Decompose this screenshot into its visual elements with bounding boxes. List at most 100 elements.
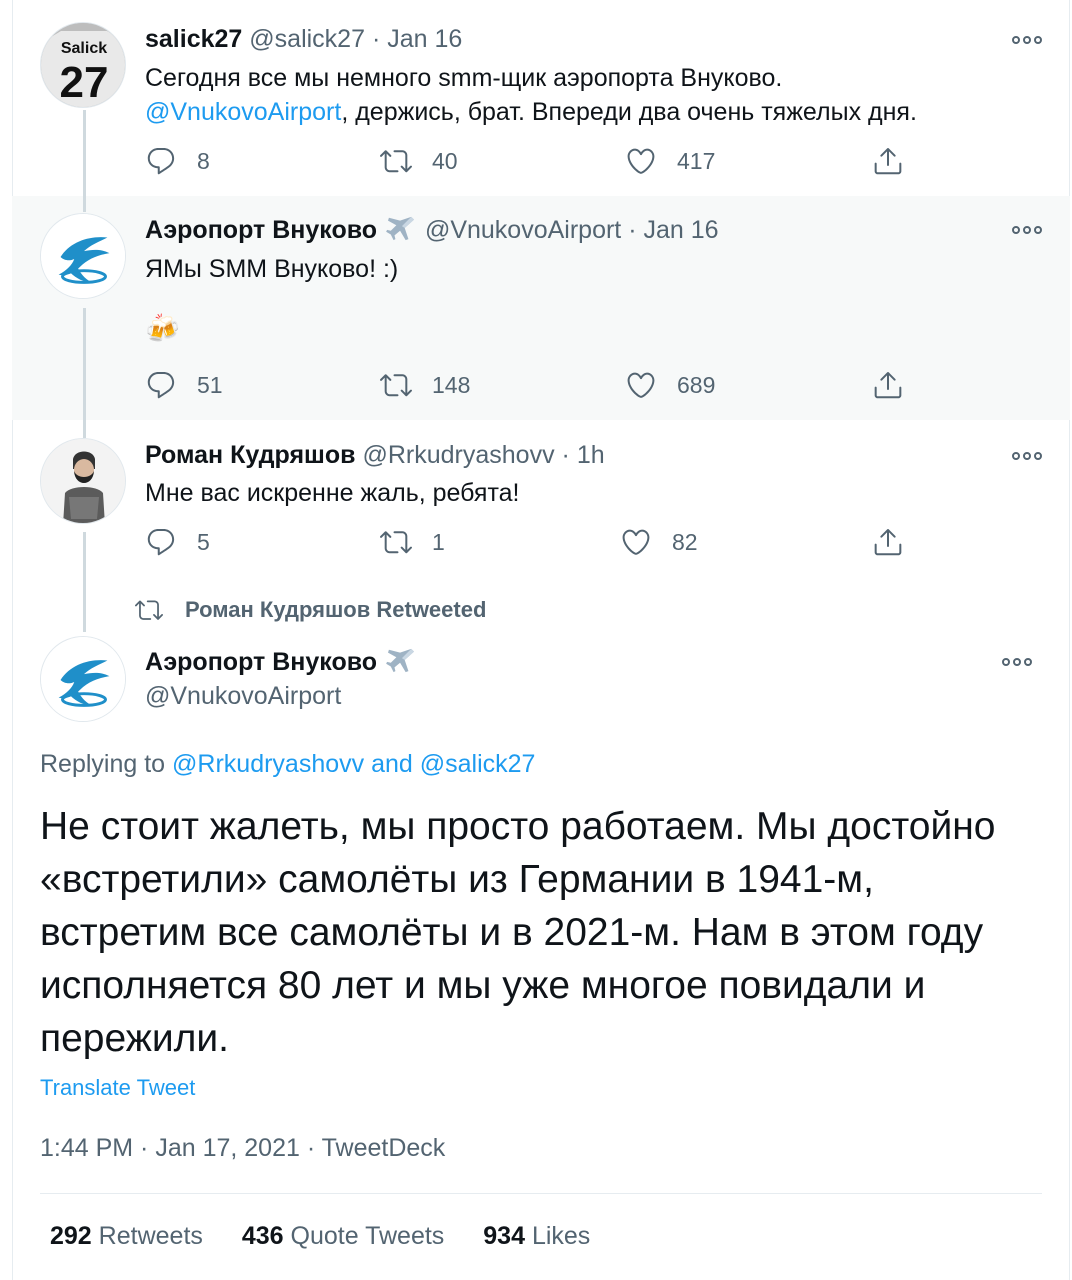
main-tweet-line: Не стоит жалеть, мы просто работаем. Мы … [40, 805, 996, 848]
reply-button[interactable]: 51 [145, 368, 223, 402]
reply-button[interactable]: 8 [145, 144, 210, 178]
divider [40, 1193, 1042, 1194]
replying-prefix: Replying to [40, 750, 173, 778]
retweet-icon [380, 145, 412, 177]
reply-icon [145, 526, 177, 558]
thread-line [83, 532, 86, 632]
tweet-text-line: @VnukovoAirport, держись, брат. Впереди … [145, 95, 1030, 129]
quote-tweets-count: 436 [241, 1222, 284, 1250]
main-tweet-line: исполняется 80 лет и мы уже многое повид… [40, 964, 926, 1007]
separator: · [561, 441, 570, 469]
author-name[interactable]: Аэропорт Внуково [145, 648, 377, 676]
quote-tweets-stat[interactable]: 436 Quote Tweets [242, 1222, 444, 1250]
likes-stat[interactable]: 934 Likes [483, 1222, 590, 1250]
share-button[interactable] [872, 368, 904, 402]
main-author-handle[interactable]: @VnukovoAirport [145, 680, 341, 712]
author-name[interactable]: salick27 [145, 25, 242, 53]
retweeted-indicator[interactable]: Роман Кудряшов Retweeted [133, 596, 486, 624]
like-count: 82 [672, 528, 698, 555]
reply-icon [145, 145, 177, 177]
share-button[interactable] [872, 144, 904, 178]
tweet-vnukovo-reply[interactable]: Аэропорт Внуково @VnukovoAirport · Jan 1… [12, 196, 1070, 420]
retweet-button[interactable]: 148 [380, 368, 470, 402]
share-button[interactable] [872, 525, 904, 559]
tweet-text-line: ЯМы SMM Внуково! :) [145, 255, 399, 283]
main-tweet-text: Не стоит жалеть, мы просто работаем. Мы … [40, 800, 1040, 1065]
like-button[interactable]: 417 [625, 144, 715, 178]
reply-count: 8 [197, 147, 210, 174]
tweet-text: ЯМы SMM Внуково! :) 🍻 [145, 252, 1030, 346]
separator: · [628, 216, 637, 244]
author-handle[interactable]: @Rrkudryashovv [362, 441, 554, 469]
like-button[interactable]: 689 [625, 368, 715, 402]
share-icon [872, 145, 904, 177]
author-name[interactable]: Аэропорт Внуково [145, 216, 377, 244]
heart-icon [625, 145, 657, 177]
mention-link[interactable]: @salick27 [420, 750, 536, 778]
tweet-header: Аэропорт Внуково @VnukovoAirport · Jan 1… [145, 215, 719, 245]
replying-and: and [364, 750, 420, 778]
bearded-man-avatar-icon [41, 439, 125, 523]
translate-tweet-link[interactable]: Translate Tweet [40, 1075, 195, 1101]
tweet-header: salick27 @salick27 · Jan 16 [145, 24, 462, 54]
avatar-salick27[interactable]: Salick 27 [40, 22, 126, 108]
avatar-kudryashov[interactable] [40, 438, 126, 524]
reply-count: 51 [197, 371, 223, 398]
more-icon[interactable] [1012, 224, 1042, 236]
retweet-icon [380, 526, 412, 558]
reply-button[interactable]: 5 [145, 525, 210, 559]
reply-icon [145, 369, 177, 401]
thread-line [83, 420, 86, 438]
likes-label: Likes [531, 1222, 591, 1250]
retweets-stat[interactable]: 292 Retweets [50, 1222, 203, 1250]
heart-icon [625, 369, 657, 401]
main-tweet-line: «встретили» самолёты из Германии в 1941-… [40, 858, 874, 901]
likes-count: 934 [483, 1222, 525, 1250]
like-button[interactable]: 82 [620, 525, 698, 559]
share-icon [872, 369, 904, 401]
separator: · [371, 25, 381, 53]
retweet-button[interactable]: 1 [380, 525, 445, 559]
tweet-timestamp[interactable]: 1:44 PM · Jan 17, 2021 · TweetDeck [40, 1134, 445, 1163]
like-count: 689 [677, 371, 716, 398]
more-icon[interactable] [1002, 656, 1032, 668]
tweet-text-line: Мне вас искренне жаль, ребята! [145, 479, 520, 507]
quote-tweets-label: Quote Tweets [290, 1222, 445, 1250]
avatar-vnukovo-main[interactable] [40, 636, 126, 722]
tweet-header: Роман Кудряшов @Rrkudryashovv · 1h [145, 440, 605, 470]
retweet-icon [380, 369, 412, 401]
tweet-actions: 8 40 417 [145, 144, 905, 178]
mention-link[interactable]: @Rrkudryashovv [172, 750, 364, 778]
thread-line [83, 196, 86, 212]
thread-line [83, 308, 86, 420]
reply-count: 5 [197, 528, 210, 555]
engagement-stats: 292 Retweets 436 Quote Tweets 934 Likes [50, 1222, 622, 1251]
avatar-vnukovo[interactable] [40, 213, 126, 299]
retweeted-label: Роман Кудряшов Retweeted [185, 597, 487, 622]
more-icon[interactable] [1012, 450, 1042, 462]
tweet-date[interactable]: Jan 16 [387, 25, 462, 53]
like-count: 417 [677, 147, 716, 174]
tweet-text-line: Сегодня все мы немного smm-щик аэропорта… [145, 64, 783, 92]
vnukovo-logo-icon [41, 214, 126, 299]
tweet-date[interactable]: Jan 16 [643, 216, 718, 244]
author-name[interactable]: Роман Кудряшов [145, 441, 356, 469]
retweet-count: 1 [432, 528, 445, 555]
tweet-date[interactable]: 1h [577, 441, 605, 469]
more-icon[interactable] [1012, 34, 1042, 46]
share-icon [872, 526, 904, 558]
author-handle[interactable]: @salick27 [249, 25, 365, 53]
avatar-jersey-name: Salick [61, 40, 107, 57]
airplane-emoji-icon [386, 647, 416, 673]
main-tweet-line: встретим все самолёты и в 2021-м. Нам в … [40, 911, 984, 954]
beer-emoji: 🍻 [145, 313, 180, 344]
avatar-jersey-number: 27 [60, 58, 109, 107]
main-author-name[interactable]: Аэропорт Внуково [145, 646, 418, 678]
author-handle[interactable]: @VnukovoAirport [425, 216, 621, 244]
mention-link[interactable]: @VnukovoAirport [145, 98, 341, 126]
tweet-salick27[interactable]: Salick 27 salick27 @salick27 · Jan 16 Се… [12, 0, 1070, 196]
main-tweet-line: пережили. [40, 1017, 230, 1060]
tweet-actions: 5 1 82 [145, 525, 905, 559]
tweet-text: Сегодня все мы немного smm-щик аэропорта… [145, 61, 1030, 129]
retweet-button[interactable]: 40 [380, 144, 458, 178]
